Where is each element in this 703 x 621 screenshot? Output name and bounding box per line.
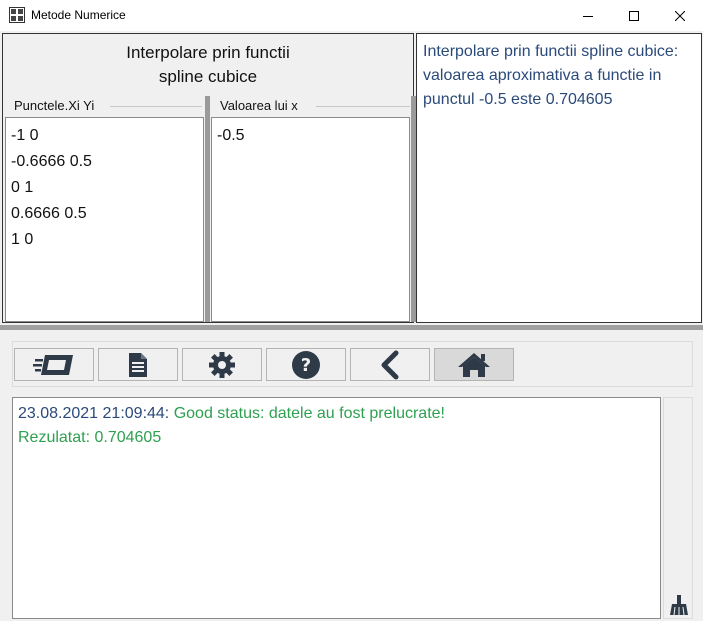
app-icon: [9, 7, 25, 23]
minimize-icon: [583, 15, 593, 17]
document-button[interactable]: [98, 348, 178, 381]
method-heading: Interpolare prin functii spline cubice: [2, 41, 414, 89]
log-result: Rezulatat: 0.704605: [18, 429, 162, 446]
broom-icon: [670, 595, 688, 616]
gear-icon: [209, 351, 235, 378]
heading-line-2: spline cubice: [158, 67, 258, 86]
back-icon: [381, 350, 399, 379]
list-icon: [33, 354, 73, 375]
x-value-label: Valoarea lui x: [220, 98, 298, 113]
back-button[interactable]: [350, 348, 430, 381]
points-label: Punctele.Xi Yi: [14, 98, 95, 113]
home-button[interactable]: [434, 348, 514, 381]
label-separator: [316, 106, 410, 107]
settings-button[interactable]: [182, 348, 262, 381]
log-side-panel: [663, 397, 693, 619]
clear-log-button[interactable]: [668, 594, 690, 616]
list-button[interactable]: [14, 348, 94, 381]
maximize-button[interactable]: [611, 0, 657, 31]
points-textarea[interactable]: -1 0 -0.6666 0.5 0 1 0.6666 0.5 1 0: [5, 117, 204, 322]
x-value-line: -0.5: [217, 127, 245, 144]
point-line: -0.6666 0.5: [11, 153, 92, 170]
log-output[interactable]: 23.08.2021 21:09:44: Good status: datele…: [12, 397, 661, 619]
log-status: Good status: datele au fost prelucrate!: [173, 405, 445, 422]
window-title: Metode Numerice: [31, 8, 126, 22]
help-button[interactable]: ?: [266, 348, 346, 381]
x-value-textarea[interactable]: -0.5: [211, 117, 410, 322]
document-icon: [129, 352, 147, 377]
column-splitter[interactable]: [205, 96, 210, 322]
close-icon: [675, 10, 685, 21]
heading-line-1: Interpolare prin functii: [126, 43, 290, 62]
log-line: 23.08.2021 21:09:44: Good status: datele…: [18, 402, 655, 426]
result-textarea[interactable]: Interpolare prin functii spline cubice: …: [416, 33, 702, 323]
point-line: 0.6666 0.5: [11, 205, 87, 222]
minimize-button[interactable]: [565, 0, 611, 31]
point-line: -1 0: [11, 127, 39, 144]
horizontal-splitter[interactable]: [0, 325, 703, 330]
log-timestamp: 23.08.2021 21:09:44:: [18, 405, 170, 422]
svg-text:?: ?: [301, 355, 311, 376]
title-bar: Metode Numerice: [0, 0, 703, 31]
home-icon: [458, 352, 490, 377]
maximize-icon: [629, 10, 639, 21]
point-line: 0 1: [11, 179, 34, 196]
close-button[interactable]: [657, 0, 703, 31]
point-line: 1 0: [11, 231, 34, 248]
label-separator: [110, 106, 202, 107]
help-icon: ?: [292, 350, 320, 379]
